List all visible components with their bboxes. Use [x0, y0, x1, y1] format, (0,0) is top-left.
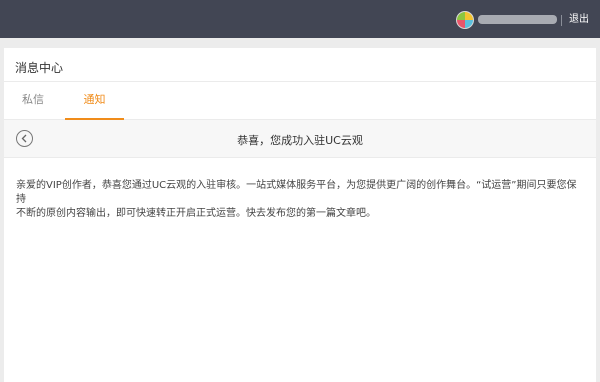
top-bar: 退出	[0, 0, 600, 38]
logout-link[interactable]: 退出	[569, 14, 589, 26]
message-header: 恭喜，您成功入驻UC云观	[4, 120, 596, 158]
message-body-line: 亲爱的VIP创作者，恭喜您通过UC云观的入驻审核。一站式媒体服务平台，为您提供更…	[16, 180, 577, 205]
tab-private-messages[interactable]: 私信	[4, 83, 62, 120]
divider	[561, 15, 562, 26]
message-title: 恭喜，您成功入驻UC云观	[237, 134, 363, 147]
message-body-line: 不断的原创内容输出，即可快速转正开启正式运营。快去发布您的第一篇文章吧。	[16, 208, 376, 219]
username-redacted[interactable]	[478, 15, 557, 24]
avatar[interactable]	[456, 11, 474, 29]
message-center-panel: 消息中心 私信 通知 恭喜，您成功入驻UC云观 亲爱的VIP创作者，恭喜您通过U…	[4, 48, 596, 382]
tab-bar: 私信 通知	[4, 83, 596, 120]
page-title: 消息中心	[15, 61, 64, 75]
tab-notifications[interactable]: 通知	[65, 83, 124, 120]
message-body: 亲爱的VIP创作者，恭喜您通过UC云观的入驻审核。一站式媒体服务平台，为您提供更…	[16, 179, 581, 221]
panel-header: 消息中心	[4, 48, 596, 82]
